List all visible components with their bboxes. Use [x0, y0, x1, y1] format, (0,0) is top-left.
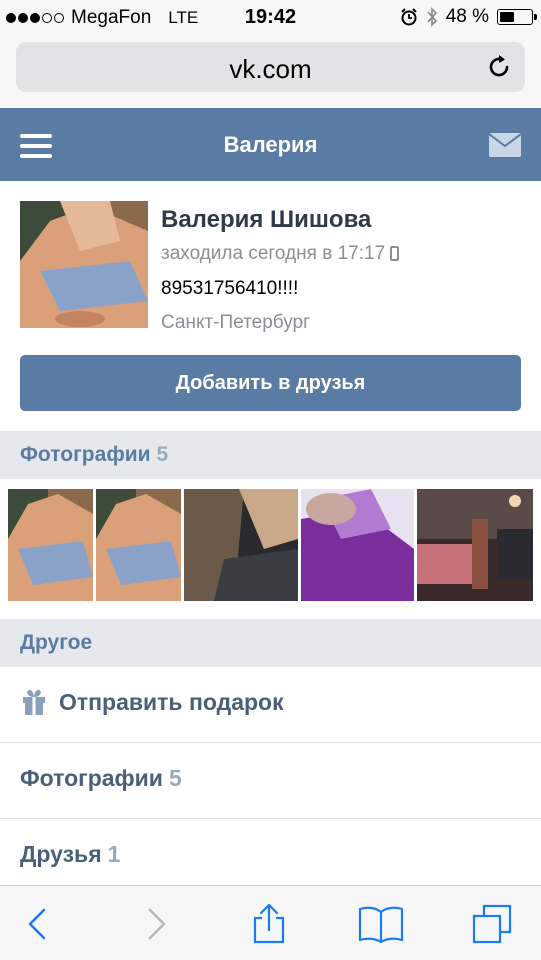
share-icon[interactable]: [249, 904, 289, 944]
photo-thumbnail[interactable]: [96, 489, 181, 601]
photo-strip: [0, 479, 541, 619]
other-section-header: Другое: [0, 619, 541, 667]
forward-icon[interactable]: [136, 904, 176, 944]
gift-icon: [23, 689, 45, 715]
profile-name: Валерия Шишова: [161, 206, 372, 233]
other-section-title: Другое: [20, 631, 93, 654]
photo-thumbnail[interactable]: [184, 489, 298, 601]
battery-level: [500, 12, 514, 22]
status-bar: MegaFon LTE 19:42 48 %: [0, 0, 541, 36]
alarm-icon: [400, 8, 417, 26]
photos-section-title: Фотографии 5: [20, 443, 169, 466]
mail-icon[interactable]: [489, 133, 521, 157]
avatar[interactable]: [20, 201, 148, 328]
send-gift-label: Отправить подарок: [59, 689, 284, 715]
url-text: vk.com: [229, 54, 312, 84]
tabs-icon[interactable]: [472, 904, 512, 944]
friends-row-count: 1: [107, 841, 121, 867]
battery-icon: [497, 9, 537, 25]
back-icon[interactable]: [18, 904, 58, 944]
last-seen: заходила сегодня в 17:17: [161, 243, 400, 265]
photo-thumbnail[interactable]: [301, 489, 414, 601]
browser-address-area: vk.com: [0, 36, 541, 108]
photos-section-header[interactable]: Фотографии 5: [0, 431, 541, 479]
friends-row[interactable]: Друзья 1: [0, 819, 541, 895]
reload-icon[interactable]: [485, 53, 513, 81]
bookmarks-icon[interactable]: [358, 904, 404, 944]
photos-row-count: 5: [168, 765, 182, 791]
browser-toolbar: [0, 885, 541, 960]
photo-thumbnail[interactable]: [417, 489, 533, 601]
photos-row-title: Фотографии 5: [20, 765, 182, 791]
photos-count: 5: [156, 443, 169, 466]
page-title: Валерия: [223, 132, 318, 157]
last-seen-text: заходила сегодня в 17:17: [161, 243, 386, 264]
profile-city: Санкт-Петербург: [161, 312, 311, 333]
friends-row-title: Друзья 1: [20, 841, 121, 867]
photo-thumbnail[interactable]: [8, 489, 93, 601]
send-gift-row[interactable]: Отправить подарок: [0, 667, 541, 743]
mobile-phone-icon: [390, 246, 400, 261]
vk-header: Валерия: [0, 108, 541, 181]
bluetooth-icon: [427, 7, 437, 27]
address-bar[interactable]: vk.com: [16, 42, 525, 92]
profile-card: Валерия Шишова заходила сегодня в 17:17 …: [0, 181, 541, 431]
add-friend-button[interactable]: Добавить в друзья: [20, 355, 521, 411]
photos-row[interactable]: Фотографии 5: [0, 743, 541, 819]
battery-percent: 48 %: [445, 6, 489, 27]
profile-status: 89531756410!!!!: [161, 278, 299, 299]
